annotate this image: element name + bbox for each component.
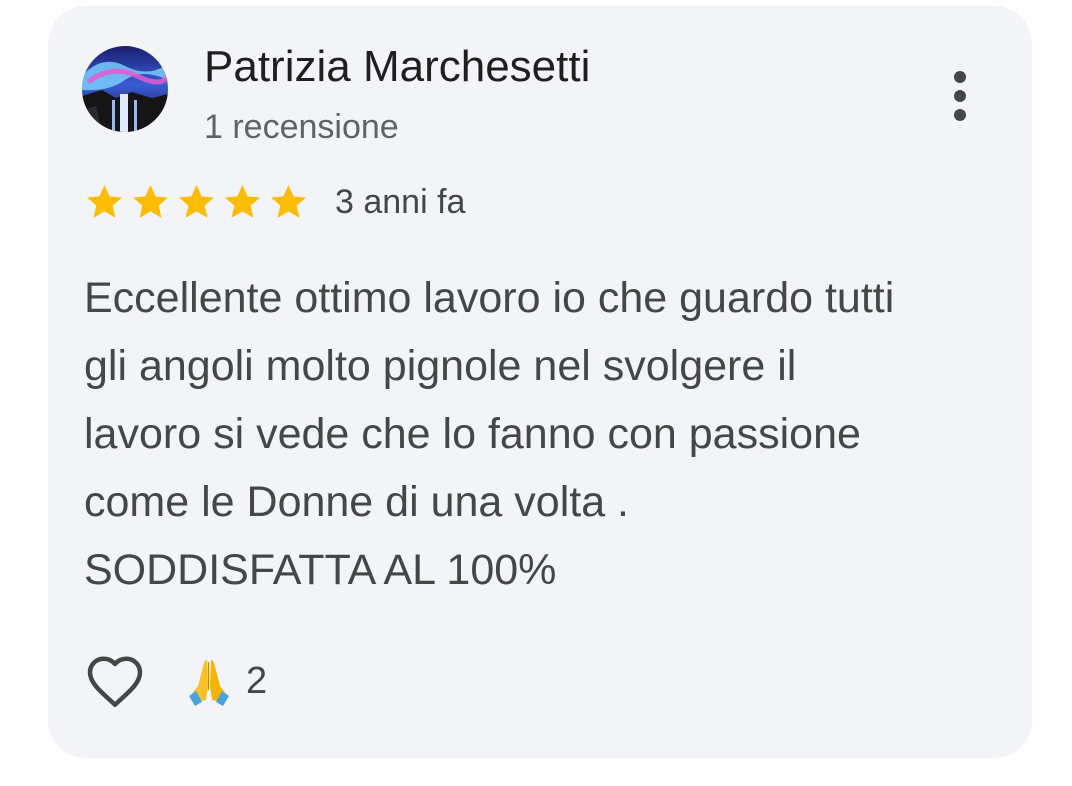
- folded-hands-emoji: [189, 660, 229, 706]
- heart-outline-icon: [87, 656, 143, 707]
- more-vert-icon-dot: [954, 109, 966, 121]
- review-actions: 2: [82, 646, 267, 716]
- more-options-button[interactable]: [932, 64, 988, 128]
- star-icon: [222, 182, 263, 222]
- review-text: Eccellente ottimo lavoro io che guardo t…: [84, 274, 895, 594]
- avatar[interactable]: [82, 46, 168, 132]
- more-vert-icon-dot: [954, 90, 966, 102]
- review-card: Patrizia Marchesetti 1 recensione 3 anni…: [48, 6, 1032, 758]
- star-icon: [84, 182, 125, 222]
- reaction-button[interactable]: 2: [186, 656, 267, 706]
- like-button[interactable]: [82, 648, 148, 714]
- more-vert-icon-dot: [954, 71, 966, 83]
- stars-container: [84, 182, 309, 222]
- author-review-count[interactable]: 1 recensione: [204, 108, 399, 147]
- star-icon: [268, 182, 309, 222]
- star-icon: [176, 182, 217, 222]
- author-name[interactable]: Patrizia Marchesetti: [204, 42, 590, 92]
- star-icon: [130, 182, 171, 222]
- star-rating: 3 anni fa: [84, 178, 465, 226]
- reaction-count: 2: [246, 659, 268, 702]
- review-date: 3 anni fa: [335, 182, 466, 221]
